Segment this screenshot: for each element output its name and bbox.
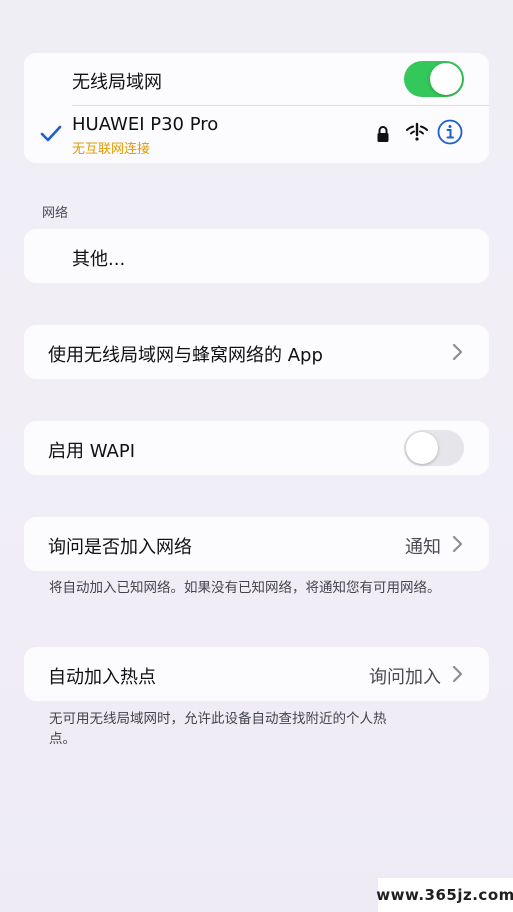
wifi-no-internet-icon — [406, 122, 428, 141]
chevron-right-icon — [452, 535, 463, 553]
network-status: 无互联网连接 — [72, 142, 151, 157]
ask-to-join-row[interactable]: 询问是否加入网络 通知 — [24, 517, 489, 571]
wlan-card: 无线局域网 HUAWEI P30 Pro 无互联网连接 — [24, 53, 489, 163]
other-network-row[interactable]: 其他... — [24, 229, 489, 283]
auto-join-hotspot-label: 自动加入热点 — [48, 667, 156, 688]
auto-join-hotspot-value: 询问加入 — [369, 667, 441, 688]
chevron-right-icon — [452, 665, 463, 683]
wapi-label: 启用 WAPI — [48, 441, 136, 462]
info-icon[interactable] — [437, 119, 463, 145]
networks-section-header: 网络 — [42, 206, 69, 221]
ask-to-join-value: 通知 — [405, 537, 441, 558]
lock-icon — [377, 126, 389, 142]
watermark: www.365jz.com — [376, 878, 513, 912]
apps-using-wlan-row[interactable]: 使用无线局域网与蜂窝网络的 App — [24, 325, 489, 379]
wapi-toggle-knob — [406, 432, 438, 464]
checkmark-icon — [40, 125, 62, 142]
auto-join-hotspot-footnote: 无可用无线局域网时，允许此设备自动查找附近的个人热点。 — [49, 711, 387, 747]
chevron-right-icon — [452, 343, 463, 361]
ask-to-join-label: 询问是否加入网络 — [48, 537, 192, 558]
wapi-row: 启用 WAPI — [24, 421, 489, 475]
wapi-toggle[interactable] — [404, 430, 464, 466]
other-network-label: 其他... — [72, 249, 126, 270]
ask-to-join-footnote: 将自动加入已知网络。如果没有已知网络，将通知您有可用网络。 — [49, 580, 441, 596]
auto-join-hotspot-row[interactable]: 自动加入热点 询问加入 — [24, 647, 489, 701]
wlan-toggle[interactable] — [404, 61, 464, 97]
network-name: HUAWEI P30 Pro — [72, 114, 219, 135]
connected-network-row[interactable]: HUAWEI P30 Pro 无互联网连接 — [24, 106, 489, 163]
apps-using-wlan-label: 使用无线局域网与蜂窝网络的 App — [48, 345, 323, 366]
wlan-title: 无线局域网 — [72, 72, 162, 93]
wlan-toggle-knob — [430, 63, 462, 95]
